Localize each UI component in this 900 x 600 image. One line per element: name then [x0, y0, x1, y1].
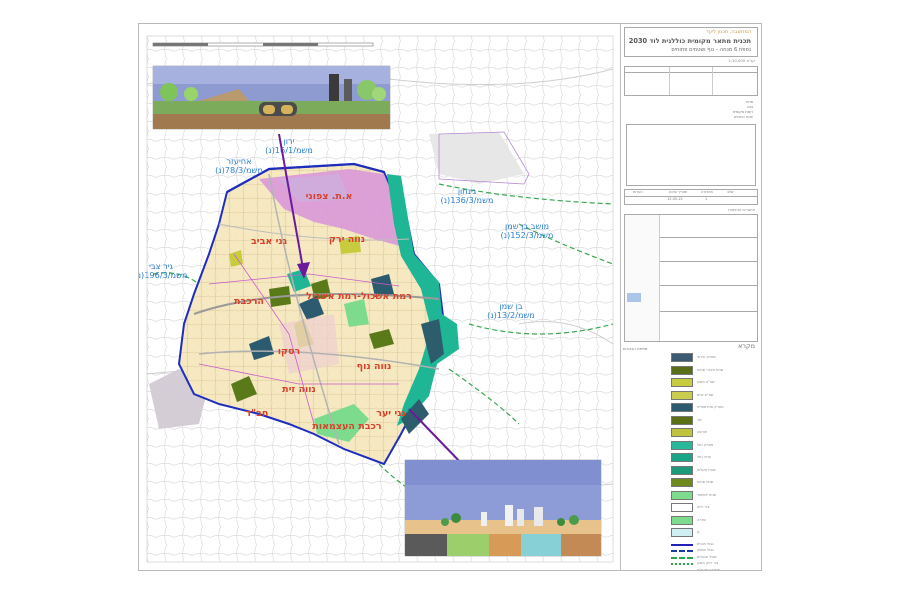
rev-header-date: תאריך עדכון [669, 190, 688, 194]
approvals-table [624, 66, 758, 96]
neighborhood-label-old-city: א.ת. צפוני [306, 191, 353, 202]
legend-swatch [671, 403, 693, 412]
scale-bar [152, 42, 374, 47]
legend-swatch [671, 453, 693, 462]
legend-label: פארק עירוני [697, 355, 716, 359]
legend-swatch [671, 353, 693, 362]
legend-label: יער [697, 417, 703, 422]
appendix-title: נספח 6 מנחה – נוף ושטחים פתוחים [671, 47, 751, 53]
legend-line [671, 550, 693, 552]
legend-line [671, 543, 693, 546]
signature-blocks [624, 214, 758, 342]
rev-edition: 1 [705, 197, 708, 201]
section-inset-south[interactable] [404, 459, 602, 557]
small-legend-title: מפתח הגבהים [623, 346, 648, 351]
neighborhood-label-neve-nof: נווה נוף [357, 361, 392, 372]
legend-label: חורשה [697, 430, 708, 434]
map-sheet: א.ת. צפוני גני אביב נווה ירק הרכבת רמת אשכול… [138, 23, 762, 571]
rev-date: 12.05.15 [667, 197, 683, 201]
legend-label: שדרה [697, 517, 706, 522]
legend-label: שטח חקלאי [697, 467, 716, 472]
legend-label: ציר ירוק [697, 505, 710, 509]
legend-label: גבול שיפוט [697, 548, 714, 552]
legend-label: מסדרון אקולוגי [697, 567, 721, 571]
map-frame[interactable]: א.ת. צפוני גני אביב נווה ירק הרכבת רמת אשכול… [139, 24, 621, 570]
neighborhood-label-ganey-yaar: גני יער [376, 408, 406, 419]
neighborhood-label-ramle: רסקו [278, 346, 300, 357]
scale-text: קנ"מ 1:10,000 [728, 58, 755, 63]
rev-header-notes: הערות [633, 190, 643, 194]
legend-swatch [671, 440, 693, 450]
neighborhood-label-neve-yarak: נווה ירק [329, 234, 365, 245]
legend-label: שצ"פ מוצע [697, 380, 715, 384]
legend-label: פארק נחל [697, 442, 714, 447]
rev-header-stage: שלב [727, 190, 734, 194]
legend-title: מקרא [737, 342, 755, 350]
legend-label: גן [697, 530, 700, 534]
legend-label: ציר ירוק מוצע [697, 561, 719, 565]
legend-label: פארק מטרופוליני [697, 405, 724, 409]
city-map[interactable]: א.ת. צפוני גני אביב נווה ירק הרכבת רמת אשכול… [139, 24, 620, 570]
header-band: המחשבה, תכנון ליעד [706, 29, 751, 35]
legend-swatch [671, 478, 693, 487]
legend-label: שטח פתוח [697, 480, 714, 484]
notes-box [626, 124, 756, 186]
legend-swatch [671, 515, 693, 525]
legend-swatch [671, 390, 693, 400]
legend-line [671, 563, 693, 565]
neighborhood-label-ganey-aviv: גני אביב [251, 236, 287, 247]
rev-header-edition: מהדורה [701, 190, 713, 194]
neighborhood-label-shikun-rakevet: רמת אשכול-רמת אשכול [306, 291, 412, 302]
approvals-title: אישורים וחתימות [728, 207, 755, 212]
legend-line [671, 556, 693, 559]
section-inset-north[interactable] [152, 65, 391, 130]
neighborhood-label-railway: הרכבת [234, 296, 264, 307]
neighborhood-label-neve-zait: נווה זית [282, 384, 316, 395]
neighborhood-label-habad: חב"ד [246, 408, 269, 419]
neighborhood-label-rishon: רכבת העצמאות [312, 421, 381, 432]
legend-label: שצ"פ קיים [697, 392, 714, 397]
legend-label: שטח ציבורי פתוח [697, 367, 724, 372]
revision-table [624, 189, 758, 205]
legend-swatch [671, 465, 693, 475]
legend-swatch [671, 378, 693, 387]
legend-swatch [671, 528, 693, 537]
legend-swatch [671, 365, 693, 375]
title-block: המחשבה, תכנון ליעד תכנית מתאר מקומית כול… [624, 27, 758, 57]
plan-title: תכנית מתאר מקומית כוללנית לוד 2030 [628, 37, 751, 45]
title-panel: המחשבה, תכנון ליעד תכנית מתאר מקומית כול… [621, 24, 761, 570]
legend-swatch [671, 428, 693, 437]
legend-label: ערוץ נחל [697, 455, 712, 459]
settlement-label: מושב בן שמן משמ/152/3(נ) [501, 221, 554, 240]
legend-label: שטח לשימור [697, 492, 717, 497]
legend-label: שביל אופניים [697, 554, 717, 559]
legend-swatch [671, 415, 693, 425]
legend-swatch [671, 490, 693, 500]
legend-label: גבול תכנית [697, 541, 714, 546]
legend-line [671, 569, 693, 570]
legend-swatch [671, 503, 693, 512]
